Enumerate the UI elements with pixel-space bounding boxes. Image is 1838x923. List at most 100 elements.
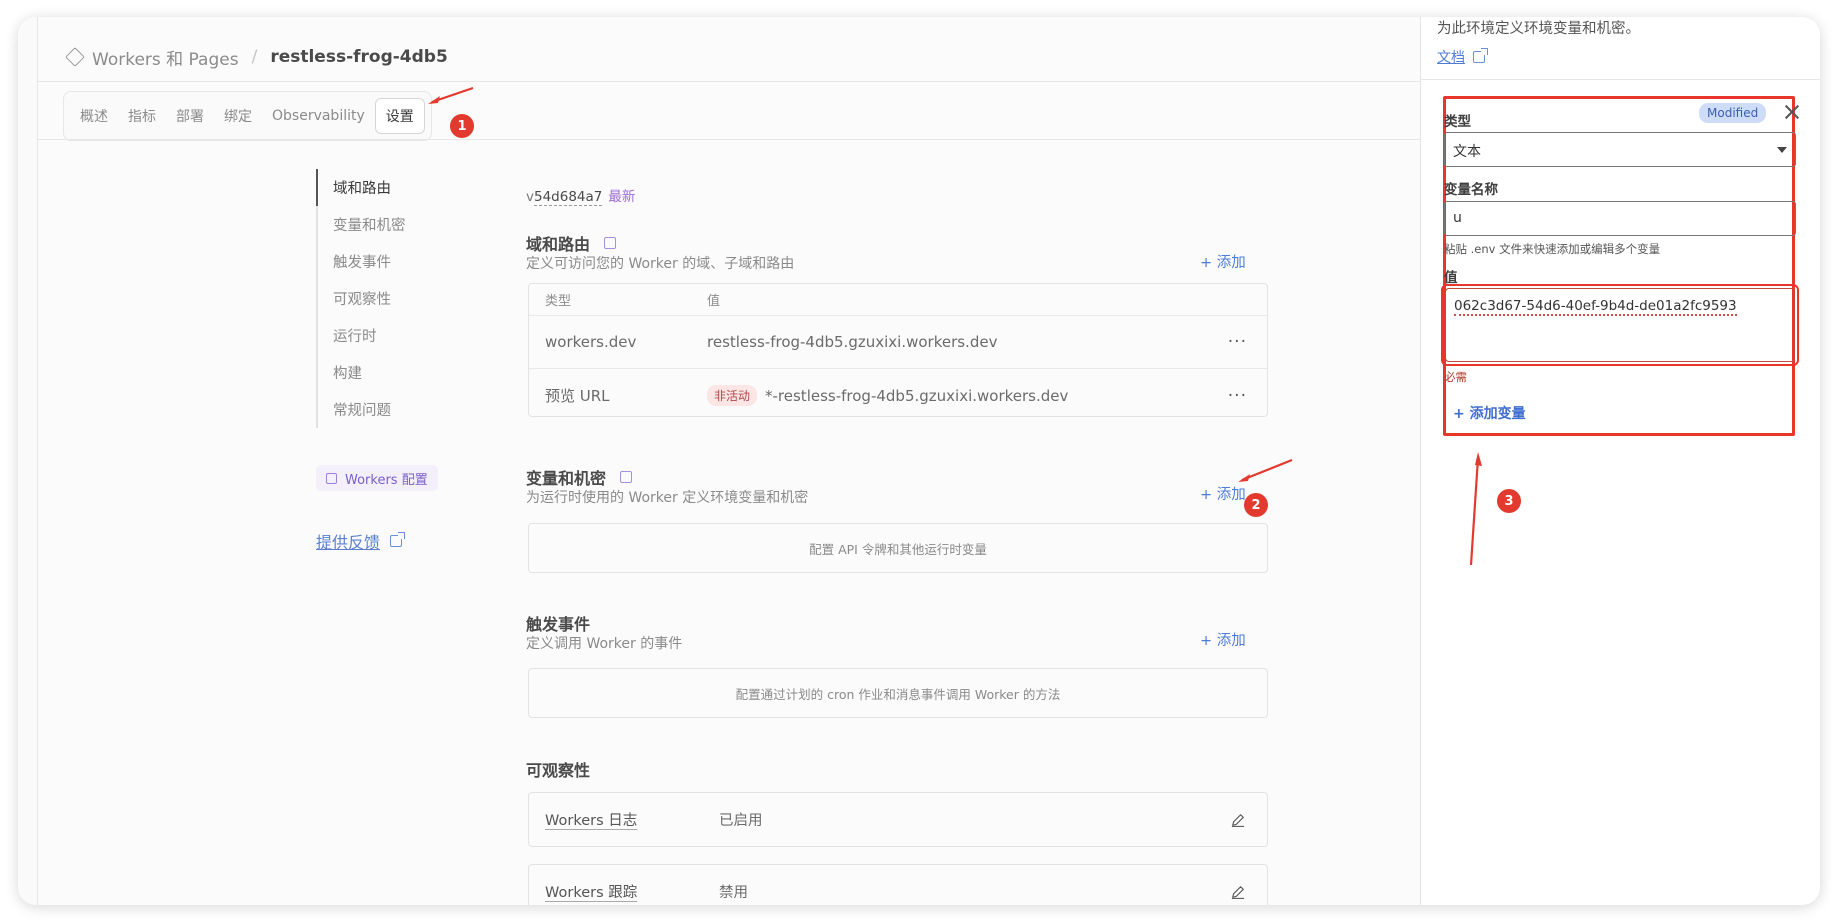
variables-panel: 为此环境定义环境变量和机密。 文档 类型 Modified 文本 变量名称 u …: [1420, 17, 1820, 905]
more-actions-icon[interactable]: ···: [1228, 386, 1247, 406]
settings-nav-build[interactable]: 构建: [318, 354, 456, 391]
feedback-label: 提供反馈: [316, 533, 381, 552]
name-label: 变量名称: [1444, 182, 1498, 198]
annotation-callout-3: 3: [1497, 489, 1521, 513]
obs-value: 已启用: [719, 813, 763, 829]
triggers-empty-text: 配置通过计划的 cron 作业和消息事件调用 Worker 的方法: [735, 686, 1061, 702]
settings-nav-observability[interactable]: 可观察性: [318, 280, 456, 317]
workers-icon: [65, 47, 85, 67]
left-rail: [18, 17, 38, 905]
tabs-divider: [38, 139, 1438, 140]
obs-value: 禁用: [719, 885, 748, 901]
version-latest-tag: 最新: [608, 189, 636, 205]
tab-metrics[interactable]: 指标: [118, 99, 166, 133]
obs-name[interactable]: Workers 跟踪: [545, 881, 637, 902]
edit-icon[interactable]: [1231, 885, 1245, 899]
table-row: Workers 日志 已启用: [529, 793, 1267, 846]
more-actions-icon[interactable]: ···: [1228, 332, 1247, 352]
breadcrumb-current: restless-frog-4db5: [270, 47, 448, 67]
feedback-link[interactable]: 提供反馈: [316, 529, 406, 553]
settings-nav-variables[interactable]: 变量和机密: [318, 206, 456, 243]
table-header: 类型 值: [529, 284, 1267, 316]
name-hint: 粘贴 .env 文件来快速添加或编辑多个变量: [1444, 242, 1661, 256]
external-link-icon: [1473, 48, 1488, 63]
domains-table: 类型 值 workers.dev restless-frog-4db5.gzux…: [528, 283, 1268, 417]
breadcrumb-separator: /: [251, 47, 258, 67]
version-hash[interactable]: 54d684a7: [534, 189, 603, 206]
table-row: workers.dev restless-frog-4db5.gzuxixi.w…: [529, 316, 1267, 369]
observability-title: 可观察性: [526, 757, 590, 781]
workers-config-label: Workers 配置: [345, 472, 428, 488]
tab-observability[interactable]: Observability: [262, 101, 375, 131]
settings-nav-domains[interactable]: 域和路由: [316, 169, 456, 206]
variable-value-input[interactable]: 062c3d67-54d6-40ef-9b4d-de01a2fc9593: [1445, 288, 1795, 362]
panel-doc-link[interactable]: 文档: [1437, 47, 1488, 67]
external-link-icon: [390, 532, 406, 547]
variables-title: 变量和机密: [526, 465, 633, 489]
variables-title-text: 变量和机密: [526, 469, 607, 488]
doc-icon: [326, 472, 337, 484]
tab-bindings[interactable]: 绑定: [214, 99, 262, 133]
settings-nav-triggers[interactable]: 触发事件: [318, 243, 456, 280]
variables-empty-card[interactable]: 配置 API 令牌和其他运行时变量: [528, 523, 1268, 573]
doc-icon[interactable]: [620, 471, 633, 483]
modified-badge: Modified: [1699, 103, 1767, 123]
version-prefix: v: [526, 189, 534, 205]
edit-icon[interactable]: [1231, 813, 1245, 827]
tab-deployments[interactable]: 部署: [166, 99, 214, 133]
settings-nav-runtime[interactable]: 运行时: [318, 317, 456, 354]
variable-value-text: 062c3d67-54d6-40ef-9b4d-de01a2fc9593: [1454, 298, 1737, 316]
close-icon[interactable]: [1783, 103, 1801, 121]
version-info: v54d684a7 最新: [526, 185, 636, 206]
annotation-callout-2: 2: [1244, 493, 1268, 517]
add-domain-button[interactable]: + 添加: [1200, 251, 1246, 272]
observability-traces-card: Workers 跟踪 禁用: [528, 864, 1268, 905]
variables-subtitle: 为运行时使用的 Worker 定义环境变量和机密: [526, 490, 809, 506]
panel-description: 为此环境定义环境变量和机密。: [1437, 21, 1640, 37]
doc-icon[interactable]: [604, 237, 617, 249]
app-window: Workers 和 Pages / restless-frog-4db5 概述 …: [18, 17, 1820, 905]
tab-settings[interactable]: 设置: [374, 98, 425, 134]
type-label: 类型: [1444, 114, 1471, 130]
column-type: 类型: [545, 294, 572, 309]
triggers-subtitle: 定义调用 Worker 的事件: [526, 636, 683, 652]
add-another-variable-button[interactable]: + 添加变量: [1453, 403, 1526, 423]
header-divider: [38, 81, 1438, 82]
settings-nav: 域和路由 变量和机密 触发事件 可观察性 运行时 构建 常规问题: [316, 169, 456, 428]
workers-config-badge[interactable]: Workers 配置: [316, 465, 438, 491]
column-value: 值: [707, 294, 721, 309]
type-select-value: 文本: [1453, 144, 1481, 160]
row-value: restless-frog-4db5.gzuxixi.workers.dev: [707, 333, 998, 351]
obs-name[interactable]: Workers 日志: [545, 809, 637, 830]
row-value-wrap: 非活动 *-restless-frog-4db5.gzuxixi.workers…: [707, 385, 1068, 406]
variable-name-input[interactable]: u: [1444, 201, 1796, 236]
triggers-title: 触发事件: [526, 611, 590, 635]
add-variable-button[interactable]: + 添加: [1200, 483, 1246, 504]
add-trigger-button[interactable]: + 添加: [1200, 629, 1246, 650]
type-select[interactable]: 文本: [1444, 132, 1796, 167]
breadcrumb-parent[interactable]: Workers 和 Pages: [92, 45, 239, 70]
breadcrumb: Workers 和 Pages / restless-frog-4db5: [65, 43, 448, 71]
settings-nav-faq[interactable]: 常规问题: [318, 391, 456, 428]
row-type: workers.dev: [545, 333, 637, 351]
domains-subtitle: 定义可访问您的 Worker 的域、子域和路由: [526, 256, 795, 272]
chevron-down-icon: [1777, 147, 1787, 153]
value-label: 值: [1444, 270, 1458, 286]
table-row: Workers 跟踪 禁用: [529, 865, 1267, 905]
tab-overview[interactable]: 概述: [70, 99, 118, 133]
row-type: 预览 URL: [545, 387, 610, 405]
triggers-title-text: 触发事件: [526, 615, 591, 634]
panel-doc-label: 文档: [1437, 50, 1465, 66]
status-badge: 非活动: [707, 385, 758, 406]
variables-empty-text: 配置 API 令牌和其他运行时变量: [809, 541, 987, 557]
triggers-empty-card[interactable]: 配置通过计划的 cron 作业和消息事件调用 Worker 的方法: [528, 668, 1268, 718]
required-hint: 必需: [1444, 370, 1467, 384]
table-row: 预览 URL 非活动 *-restless-frog-4db5.gzuxixi.…: [529, 369, 1267, 422]
main-content: Workers 和 Pages / restless-frog-4db5 概述 …: [38, 17, 1438, 905]
domains-title: 域和路由: [526, 231, 617, 255]
value-field-wrapper: 062c3d67-54d6-40ef-9b4d-de01a2fc9593: [1441, 284, 1799, 366]
annotation-callout-1: 1: [450, 114, 474, 138]
tab-bar: 概述 指标 部署 绑定 Observability 设置: [63, 91, 432, 141]
observability-title-text: 可观察性: [526, 761, 591, 780]
row-value: *-restless-frog-4db5.gzuxixi.workers.dev: [765, 386, 1069, 405]
